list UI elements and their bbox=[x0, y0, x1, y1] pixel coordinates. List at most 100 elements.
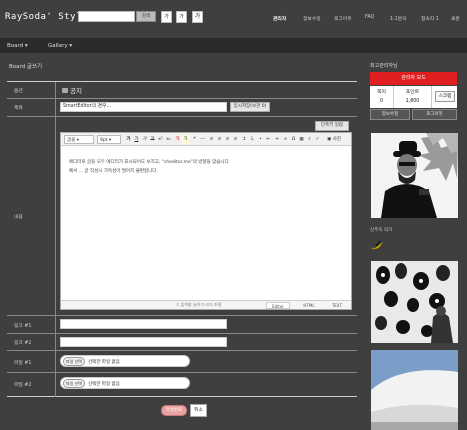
divider bbox=[7, 116, 357, 117]
checkbox-icon bbox=[62, 88, 68, 93]
logout-button[interactable]: 로그아웃 bbox=[412, 109, 457, 120]
resize-icon: ⇕ bbox=[176, 302, 180, 307]
file2-button[interactable]: 파일 선택 bbox=[63, 379, 85, 388]
sidebar-user-title: 최고관리자님 bbox=[370, 63, 398, 69]
subnav-gallery[interactable]: Gallery ▾ bbox=[48, 43, 72, 49]
editor-footer: ⇕ 입력창 늘이기·크기 조절 Editor HTML TEXT bbox=[61, 300, 351, 309]
mode-text-tab[interactable]: TEXT bbox=[326, 302, 348, 309]
photo-mural[interactable] bbox=[371, 261, 458, 343]
file2-status: 선택한 파일 없음 bbox=[88, 382, 120, 387]
submit-button[interactable]: 작성완료 bbox=[161, 405, 187, 416]
link2-input[interactable] bbox=[60, 337, 227, 347]
font-medium-button[interactable]: 가 bbox=[176, 11, 187, 23]
nav-visitors[interactable]: 접속자 1 bbox=[421, 15, 439, 22]
photo-portrait[interactable] bbox=[371, 133, 458, 218]
notice-checkbox[interactable]: 공지 bbox=[62, 85, 82, 95]
resize-handle[interactable]: ⇕ 입력창 늘이기·크기 조절 bbox=[176, 302, 221, 308]
link1-input[interactable] bbox=[60, 319, 227, 329]
editor-line: 에디터로 글을 모두 에디터가 표시되어도 보지고, "cheditor.me"… bbox=[69, 160, 231, 165]
bullet-list-icon[interactable]: • bbox=[257, 135, 264, 144]
sidebar-section-title: 신주옥 의가 bbox=[370, 228, 393, 233]
link-icon[interactable]: ∞ bbox=[282, 135, 289, 144]
subject-label: 제목 bbox=[14, 106, 23, 111]
stat-points[interactable]: 포인트 1,800 bbox=[394, 86, 432, 108]
bg-color-icon[interactable]: 가 bbox=[182, 135, 189, 144]
spellcheck-icon[interactable]: ✓ bbox=[314, 135, 321, 144]
file2-label: 파일 #2 bbox=[14, 383, 32, 388]
superscript-icon[interactable]: x² bbox=[157, 135, 164, 144]
photo-icon: ▣ bbox=[327, 137, 332, 142]
font-select[interactable]: 글꼴 ▾ bbox=[64, 135, 94, 144]
editor-line: 예서 ... 글 작성시 가독성이 떨어지 불편합니다. bbox=[69, 169, 158, 174]
banana-icon bbox=[370, 240, 383, 252]
underline-icon[interactable]: 가 bbox=[133, 135, 140, 144]
italic-icon[interactable]: 가 bbox=[141, 135, 148, 144]
nav-faq[interactable]: FAQ bbox=[365, 15, 374, 20]
user-stats: 쪽지 0 포인트 1,800 스크랩 bbox=[370, 86, 457, 108]
editor-toolbar: 글꼴 ▾ 9pt ▾ 가 가 가 가 x² x₂ 가 가 ❝ ― ≡ ≡ ≡ ≡… bbox=[61, 133, 351, 146]
file1-status: 선택한 파일 없음 bbox=[88, 360, 120, 365]
divider bbox=[7, 372, 357, 373]
subnav-board[interactable]: Board ▾ bbox=[7, 43, 28, 49]
hr-icon[interactable]: ― bbox=[199, 135, 206, 144]
divider bbox=[7, 350, 357, 351]
nav-logout[interactable]: 로그아웃 bbox=[334, 15, 352, 22]
temp-save-button[interactable]: 임시저장(보관 0) bbox=[230, 102, 270, 112]
stat-points-value: 1,800 bbox=[405, 99, 420, 104]
resize-label: 입력창 늘이기·크기 조절 bbox=[180, 302, 222, 307]
align-left-icon[interactable]: ≡ bbox=[208, 135, 215, 144]
stat-messages-value: 0 bbox=[379, 99, 384, 104]
admin-mode-button[interactable]: 관리자 모드 bbox=[370, 72, 457, 85]
justify-icon[interactable]: ≡ bbox=[232, 135, 239, 144]
indent-icon[interactable]: ⇥ bbox=[273, 135, 280, 144]
subject-input[interactable]: SmartEditor의 경우... bbox=[60, 102, 227, 112]
file1-button[interactable]: 파일 선택 bbox=[63, 357, 85, 366]
divider bbox=[7, 396, 357, 397]
smart-editor[interactable]: 글꼴 ▾ 9pt ▾ 가 가 가 가 x² x₂ 가 가 ❝ ― ≡ ≡ ≡ ≡… bbox=[60, 132, 352, 310]
stat-messages[interactable]: 쪽지 0 bbox=[370, 86, 394, 108]
edit-profile-button[interactable]: 정보수정 bbox=[370, 109, 410, 120]
line-height-icon[interactable]: ↕ bbox=[241, 135, 248, 144]
align-right-icon[interactable]: ≡ bbox=[224, 135, 231, 144]
mode-editor-tab[interactable]: Editor bbox=[266, 302, 290, 309]
mode-html-tab[interactable]: HTML bbox=[297, 302, 321, 309]
subscript-icon[interactable]: x₂ bbox=[165, 135, 172, 144]
cancel-button[interactable]: 취소 bbox=[190, 404, 207, 417]
site-logo[interactable]: RaySoda' Style bbox=[5, 12, 88, 22]
outdent-icon[interactable]: ⇤ bbox=[265, 135, 272, 144]
scrap-button[interactable]: 스크랩 bbox=[435, 91, 455, 102]
size-select[interactable]: 9pt ▾ bbox=[97, 135, 121, 144]
search-input[interactable] bbox=[78, 11, 135, 22]
photo-building[interactable] bbox=[371, 350, 458, 430]
table-icon[interactable]: ▦ bbox=[298, 135, 305, 144]
divider bbox=[7, 81, 357, 82]
font-color-icon[interactable]: 가 bbox=[174, 135, 181, 144]
stat-messages-label: 쪽지 bbox=[377, 90, 386, 95]
special-char-icon[interactable]: Ω bbox=[290, 135, 297, 144]
stat-points-label: 포인트 bbox=[405, 90, 420, 95]
page-title: Board 글쓰기 bbox=[9, 64, 43, 70]
nav-inquiry[interactable]: 1:1문의 bbox=[390, 15, 407, 22]
photo-button[interactable]: ▣ 사진 bbox=[323, 135, 345, 144]
font-large-button[interactable]: 가 bbox=[192, 11, 203, 23]
font-small-button[interactable]: 가 bbox=[161, 11, 172, 23]
align-center-icon[interactable]: ≡ bbox=[216, 135, 223, 144]
strike-icon[interactable]: 가 bbox=[149, 135, 156, 144]
search-button[interactable]: 검색 bbox=[136, 11, 156, 22]
notice-label: 공지 bbox=[70, 87, 83, 95]
ordered-list-icon[interactable]: ⒈ bbox=[249, 135, 256, 144]
quote-icon[interactable]: ❝ bbox=[191, 135, 198, 144]
nav-edit-profile[interactable]: 정보수정 bbox=[303, 15, 321, 22]
shortcut-list-button[interactable]: 단축키 일람 bbox=[315, 121, 349, 131]
link2-label: 링크 #2 bbox=[14, 341, 32, 346]
divider bbox=[7, 98, 357, 99]
nav-admin[interactable]: 관리자 bbox=[273, 15, 286, 22]
editor-body[interactable]: 에디터로 글을 모두 에디터가 표시되어도 보지고, "cheditor.me"… bbox=[69, 158, 230, 176]
bold-icon[interactable]: 가 bbox=[125, 135, 132, 144]
label-separator bbox=[55, 82, 56, 397]
find-icon[interactable]: ⌕ bbox=[306, 135, 313, 144]
divider bbox=[7, 315, 357, 316]
nav-extra[interactable]: 쇄문 bbox=[451, 15, 460, 22]
photo-label: 사진 bbox=[332, 137, 341, 142]
file1-label: 파일 #1 bbox=[14, 361, 32, 366]
